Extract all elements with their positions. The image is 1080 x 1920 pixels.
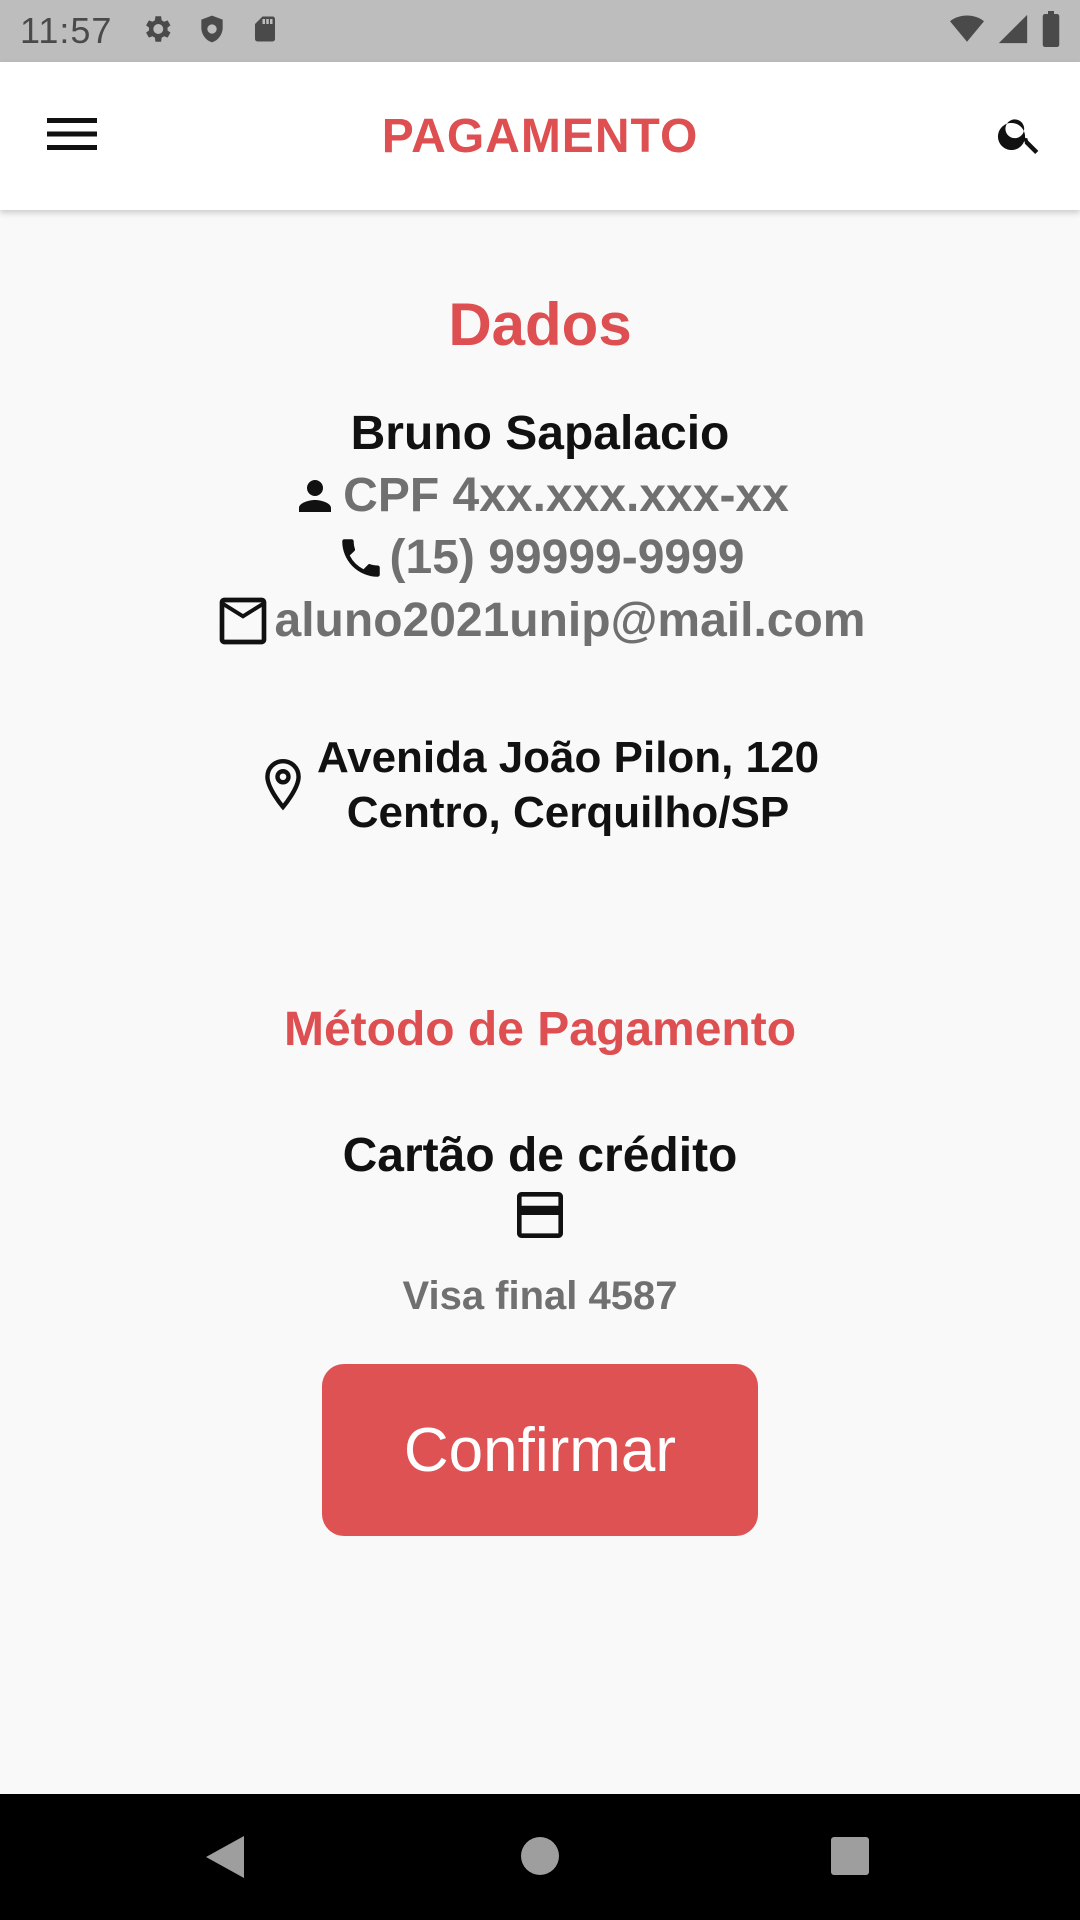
location-pin-icon <box>261 757 305 813</box>
person-name: Bruno Sapalacio <box>350 407 730 460</box>
system-nav-bar <box>0 1794 1080 1920</box>
address: Avenida João Pilon, 120 Centro, Cerquilh… <box>0 730 1080 840</box>
main-content: Dados Bruno Sapalacio CPF 4xx.xxx.xxx-xx… <box>0 210 1080 1794</box>
search-icon <box>995 109 1045 164</box>
hamburger-menu-icon <box>47 116 97 157</box>
recents-icon[interactable] <box>830 1836 870 1881</box>
shield-icon <box>196 12 228 51</box>
signal-icon <box>996 12 1030 51</box>
cpf-text: CPF 4xx.xxx.xxx-xx <box>343 469 789 522</box>
confirm-button[interactable]: Confirmar <box>322 1364 758 1536</box>
sd-card-icon <box>250 12 280 51</box>
section-title-metodo: Método de Pagamento <box>283 1003 797 1056</box>
home-icon[interactable] <box>520 1836 560 1881</box>
search-button[interactable] <box>988 104 1052 168</box>
credit-card-icon <box>512 1192 568 1243</box>
phone-text: (15) 99999-9999 <box>389 531 745 584</box>
phone-icon <box>336 533 386 583</box>
email-row: aluno2021unip@mail.com <box>0 593 1080 648</box>
card-icon-wrap <box>0 1192 1080 1243</box>
page-title: PAGAMENTO <box>381 109 699 163</box>
payment-type: Cartão de crédito <box>342 1129 738 1182</box>
back-icon[interactable] <box>204 1834 246 1885</box>
mail-icon <box>215 597 271 645</box>
settings-gear-icon <box>140 12 174 51</box>
section-title-dados: Dados <box>448 291 632 358</box>
address-line-2: Centro, Cerquilho/SP <box>346 788 790 837</box>
battery-icon <box>1040 10 1062 52</box>
cpf-row: CPF 4xx.xxx.xxx-xx <box>0 468 1080 523</box>
email-text: aluno2021unip@mail.com <box>274 594 866 647</box>
status-bar: 11:57 <box>0 0 1080 62</box>
card-final-text: Visa final 4587 <box>402 1274 678 1318</box>
menu-button[interactable] <box>40 104 104 168</box>
wifi-icon <box>948 12 986 51</box>
phone-row: (15) 99999-9999 <box>0 530 1080 585</box>
app-bar: PAGAMENTO <box>0 62 1080 210</box>
address-line-1: Avenida João Pilon, 120 <box>316 733 820 782</box>
status-time: 11:57 <box>20 10 113 51</box>
person-icon <box>291 472 339 520</box>
